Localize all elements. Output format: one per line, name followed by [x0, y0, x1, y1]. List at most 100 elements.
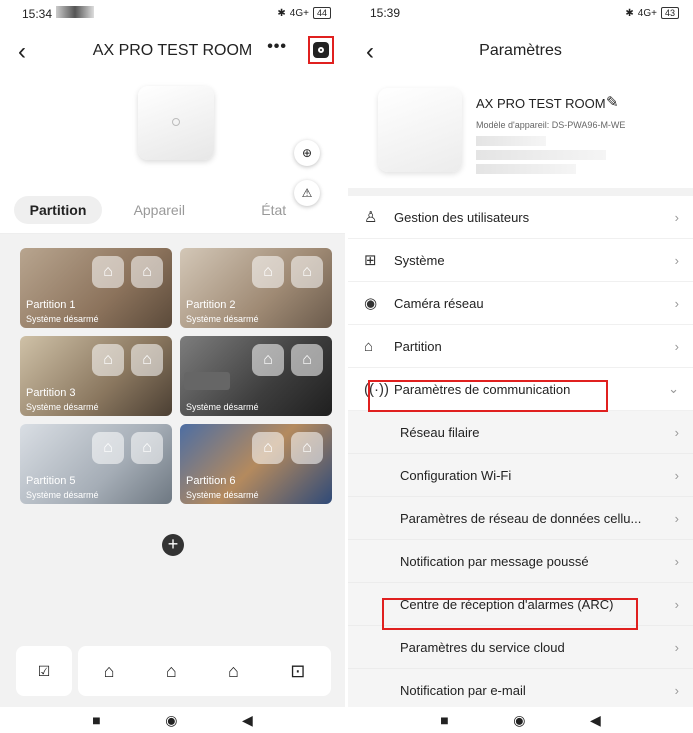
partition-name: Partition 1 [26, 299, 76, 311]
gear-icon [313, 42, 329, 58]
home-arm-icon[interactable]: ⌂ [252, 432, 284, 464]
chevron-right-icon: › [674, 553, 679, 569]
select-checklist-icon[interactable]: ☑ [16, 646, 72, 696]
submenu-item-email[interactable]: Notification par e-mail › [348, 669, 693, 712]
partition-status: Système désarmé [26, 314, 99, 324]
system-icon: ⊞ [364, 252, 377, 269]
communication-submenu: Réseau filaire › Configuration Wi-Fi › Par… [348, 411, 693, 712]
away-arm-icon[interactable]: ⌂ [291, 256, 323, 288]
status-bar: 15:34 ✱ 4G+ 44 [0, 0, 345, 26]
away-arm-icon[interactable]: ⌂ [131, 344, 163, 376]
menu-item-users[interactable]: ♙ Gestion des utilisateurs › [348, 196, 693, 239]
partition-card[interactable]: ⌂ ⌂ Partition 1 Système désarmé [20, 248, 172, 328]
status-bar: 15:39 ✱ 4G+ 43 [348, 0, 693, 26]
device-name: AX PRO TEST ROOM [476, 96, 606, 111]
chevron-right-icon: › [674, 467, 679, 483]
recents-icon[interactable]: ■ [440, 712, 448, 728]
away-arm-icon[interactable]: ⌂ [291, 344, 323, 376]
home-arm-icon[interactable]: ⌂ [92, 432, 124, 464]
home-arm-icon[interactable]: ⌂ [92, 256, 124, 288]
panel-device-image [138, 86, 214, 160]
partition-card[interactable]: ⌂ ⌂ Partition 6 Système désarmé [180, 424, 332, 504]
chevron-down-icon: ⌄ [668, 381, 679, 396]
bluetooth-icon: ✱ [625, 7, 634, 19]
zoom-in-icon[interactable]: ⊕ [294, 140, 320, 166]
add-partition-button[interactable]: + [162, 534, 184, 556]
home-arm-icon[interactable]: ⌂ [252, 344, 284, 376]
signal-label: 4G+ [289, 7, 309, 19]
partition-status: Système désarmé [186, 402, 259, 412]
tab-partition[interactable]: Partition [14, 195, 102, 224]
away-arm-icon[interactable]: ⌂ [131, 256, 163, 288]
partition-status: Système désarmé [186, 490, 259, 500]
partition-card[interactable]: ⌂ ⌂ Partition 2 Système désarmé [180, 248, 332, 328]
bluetooth-icon: ✱ [277, 7, 286, 19]
back-arrow-icon[interactable]: ‹ [366, 38, 374, 66]
away-arm-icon[interactable]: ⌂ [291, 432, 323, 464]
settings-menu: ♙ Gestion des utilisateurs › ⊞ Système › ◉ Ca… [348, 196, 693, 412]
settings-gear-button[interactable] [308, 36, 334, 64]
partition-card[interactable]: ⌂ ⌂ Partition 5 Système désarmé [20, 424, 172, 504]
partition-name: Partition 6 [186, 475, 236, 487]
edit-icon[interactable]: ✎ [606, 93, 619, 111]
page-title: Paramètres [479, 42, 562, 59]
left-phone-screen: 15:34 ✱ 4G+ 44 ‹ AX PRO TEST ROOM ••• ⊕ ⚠ … [0, 0, 345, 733]
disarm-icon[interactable]: ⌂ [228, 661, 239, 682]
android-nav-bar: ■ ◉ ◀ [0, 707, 345, 733]
back-icon[interactable]: ◀ [242, 712, 253, 729]
partition-card[interactable]: ⌂ ⌂ Système désarmé [180, 336, 332, 416]
panel-device-image [378, 88, 462, 172]
stay-arm-icon[interactable]: ⌂ [166, 661, 177, 682]
back-icon[interactable]: ◀ [590, 712, 601, 729]
away-arm-icon[interactable]: ⌂ [131, 432, 163, 464]
chevron-right-icon: › [674, 510, 679, 526]
highlight-communication [368, 380, 608, 412]
submenu-item-wifi[interactable]: Configuration Wi-Fi › [348, 454, 693, 497]
submenu-item-push[interactable]: Notification par message poussé › [348, 540, 693, 583]
chevron-right-icon: › [674, 295, 679, 311]
chevron-right-icon: › [674, 596, 679, 612]
highlight-arc [382, 598, 638, 630]
away-arm-all-icon[interactable]: ⌂ [104, 661, 115, 682]
chevron-right-icon: › [674, 424, 679, 440]
menu-item-camera[interactable]: ◉ Caméra réseau › [348, 282, 693, 325]
arm-mode-group: ⌂ ⌂ ⌂ ⊡ [78, 646, 331, 696]
battery-level: 44 [312, 7, 331, 19]
partition-status: Système désarmé [186, 314, 259, 324]
menu-item-partition[interactable]: ⌂ Partition › [348, 325, 693, 368]
device-preview: ⊕ ⚠ [0, 76, 345, 206]
partition-name: Partition 5 [26, 475, 76, 487]
home-icon[interactable]: ◉ [165, 712, 177, 729]
partition-card[interactable]: ⌂ ⌂ Partition 3 Système désarmé [20, 336, 172, 416]
menu-item-system[interactable]: ⊞ Système › [348, 239, 693, 282]
chevron-right-icon: › [674, 252, 679, 268]
app-header: ‹ AX PRO TEST ROOM ••• [0, 26, 345, 76]
arm-controls-bar: ☑ ⌂ ⌂ ⌂ ⊡ [16, 646, 331, 696]
chevron-right-icon: › [674, 639, 679, 655]
submenu-item-cellular[interactable]: Paramètres de réseau de données cellu...… [348, 497, 693, 540]
submenu-item-cloud[interactable]: Paramètres du service cloud › [348, 626, 693, 669]
battery-level: 43 [660, 7, 679, 19]
status-time: 15:39 [370, 6, 401, 20]
submenu-item-wired-network[interactable]: Réseau filaire › [348, 411, 693, 454]
status-time: 15:34 [22, 6, 53, 21]
clear-alarm-icon[interactable]: ⊡ [290, 661, 305, 682]
right-phone-screen: 15:39 ✱ 4G+ 43 ‹ Paramètres AX PRO TEST RO… [348, 0, 693, 733]
tab-appareil[interactable]: Appareil [102, 202, 217, 218]
chevron-right-icon: › [674, 338, 679, 354]
partition-name: Partition 2 [186, 299, 236, 311]
partition-status: Système désarmé [26, 490, 99, 500]
user-icon: ♙ [364, 209, 378, 226]
home-arm-icon[interactable]: ⌂ [92, 344, 124, 376]
chevron-right-icon: › [674, 209, 679, 225]
more-options-icon[interactable]: ••• [267, 38, 287, 56]
home-arm-icon[interactable]: ⌂ [252, 256, 284, 288]
back-arrow-icon[interactable]: ‹ [18, 38, 26, 66]
siren-icon[interactable]: ⚠ [294, 180, 320, 206]
partition-icon: ⌂ [364, 337, 374, 355]
camera-icon: ◉ [364, 295, 378, 312]
recents-icon[interactable]: ■ [92, 712, 100, 728]
signal-label: 4G+ [637, 7, 657, 19]
page-title: AX PRO TEST ROOM [92, 42, 253, 59]
home-icon[interactable]: ◉ [513, 712, 525, 729]
